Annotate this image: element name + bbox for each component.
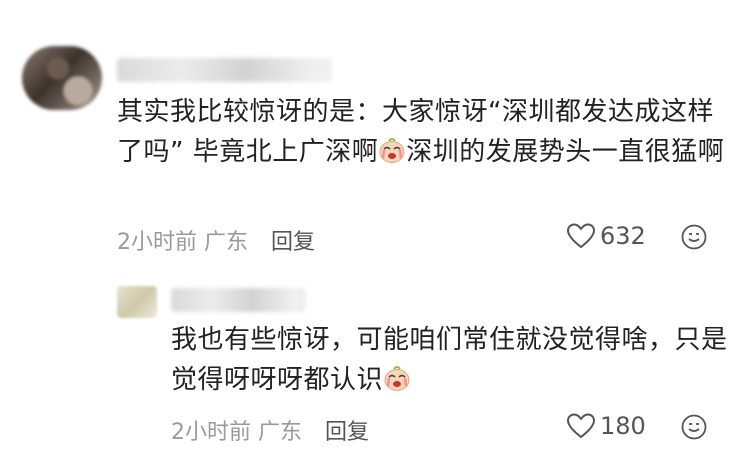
comment-location: 广东 bbox=[204, 230, 249, 255]
avatar[interactable] bbox=[22, 46, 102, 110]
crying-face-emoji-icon bbox=[379, 138, 405, 163]
heart-outline-icon bbox=[566, 413, 596, 439]
reply-button[interactable]: 回复 bbox=[271, 230, 315, 255]
crying-face-emoji-icon bbox=[384, 366, 410, 391]
reply-like-button[interactable]: 180 bbox=[566, 412, 646, 440]
reply-avatar[interactable] bbox=[117, 286, 157, 318]
reply-body: 我也有些惊讶，可能咱们常住就没觉得啥，只是觉得呀呀呀都认识 bbox=[171, 320, 731, 400]
comment-body: 其实我比较惊讶的是：大家惊讶“深圳都发达成这样了吗” 毕竟北上广深啊 深圳的发展… bbox=[117, 92, 737, 172]
reply-reply-button[interactable]: 回复 bbox=[325, 420, 369, 445]
like-count: 632 bbox=[600, 222, 646, 250]
comment-text-part2: 深圳的发展势头一直很猛啊 bbox=[406, 137, 725, 167]
username-blurred[interactable] bbox=[117, 58, 332, 82]
smiley-face-icon[interactable] bbox=[681, 414, 707, 440]
reply-username-blurred[interactable] bbox=[171, 288, 306, 312]
reply-like-count: 180 bbox=[600, 412, 646, 440]
comment-time: 2小时前 bbox=[117, 230, 197, 255]
reply-location: 广东 bbox=[258, 420, 303, 445]
comment-meta: 2小时前 广东 回复 bbox=[117, 224, 315, 256]
reply-text: 我也有些惊讶，可能咱们常住就没觉得啥，只是觉得呀呀呀都认识 bbox=[171, 325, 728, 395]
comment-section: 其实我比较惊讶的是：大家惊讶“深圳都发达成这样了吗” 毕竟北上广深啊 深圳的发展… bbox=[0, 0, 750, 463]
heart-outline-icon bbox=[566, 223, 596, 249]
reply-meta: 2小时前 广东 回复 bbox=[171, 414, 369, 446]
reply-time: 2小时前 bbox=[171, 420, 251, 445]
like-button[interactable]: 632 bbox=[566, 222, 646, 250]
smiley-face-icon[interactable] bbox=[681, 224, 707, 250]
